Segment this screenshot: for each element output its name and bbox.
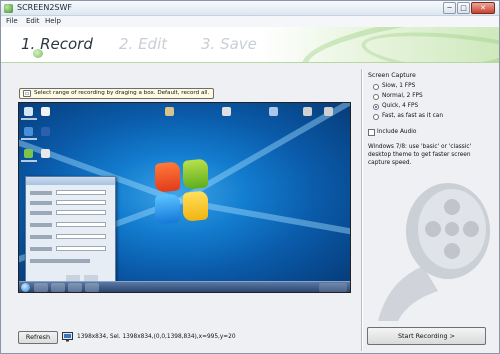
desktop-icon — [324, 107, 333, 116]
menu-help[interactable]: Help — [45, 17, 61, 25]
film-reel-icon — [378, 183, 490, 321]
app-icon — [4, 4, 13, 13]
taskbar-button — [51, 283, 65, 292]
app-window: SCREEN2SWF ─ □ ✕ File Edit Help 1. Recor… — [0, 0, 500, 354]
desktop-icon — [41, 107, 50, 116]
captured-field — [56, 200, 106, 205]
desktop-icon — [41, 149, 50, 158]
captured-row — [30, 223, 52, 227]
captured-row — [30, 201, 52, 205]
taskbar-button — [34, 283, 48, 292]
hint-icon: ▭ — [23, 90, 31, 97]
desktop-icon-label — [21, 118, 37, 120]
desktop-icon — [24, 149, 33, 158]
menu-file[interactable]: File — [6, 17, 18, 25]
desktop-icon — [165, 107, 174, 116]
taskbar-button — [85, 283, 99, 292]
include-audio-label: Include Audio — [377, 129, 417, 135]
menu-edit[interactable]: Edit — [26, 17, 40, 25]
menu-bar: File Edit Help — [1, 16, 499, 27]
radio-fast-label: Fast, as fast as it can — [382, 113, 444, 119]
panel-divider — [361, 69, 363, 351]
captured-field — [56, 246, 106, 251]
desktop-icon-label — [21, 160, 37, 162]
captured-row — [30, 259, 90, 263]
radio-quick[interactable] — [373, 104, 379, 110]
captured-field — [56, 190, 106, 195]
desktop-icon — [41, 127, 50, 136]
window-title: SCREEN2SWF — [17, 3, 72, 12]
screen-preview[interactable] — [18, 102, 351, 293]
selection-status: 1398x834, Sel. 1398x834,(0,0,1398,834),x… — [77, 334, 236, 340]
radio-normal[interactable] — [373, 94, 379, 100]
captured-app-window — [25, 176, 116, 287]
screen-capture-title: Screen Capture — [368, 72, 416, 79]
hint-text: Select range of recording by draging a b… — [34, 90, 210, 96]
refresh-button[interactable]: Refresh — [18, 331, 58, 344]
captured-row — [30, 211, 52, 215]
wizard-header: 1. Record 2. Edit 3. Save — [1, 27, 499, 63]
desktop-icon — [24, 127, 33, 136]
captured-row — [30, 235, 52, 239]
windows-logo-icon — [155, 158, 209, 226]
include-audio-checkbox[interactable] — [368, 129, 375, 136]
title-bar[interactable]: SCREEN2SWF ─ □ ✕ — [1, 1, 499, 16]
minimize-button[interactable]: ─ — [443, 2, 456, 14]
step-save: 3. Save — [201, 35, 257, 53]
close-button[interactable]: ✕ — [471, 2, 495, 14]
desktop-icon — [269, 107, 278, 116]
captured-field — [56, 210, 106, 215]
theme-note: Windows 7/8: use 'basic' or 'classic' de… — [368, 144, 472, 166]
selection-hint: ▭ Select range of recording by draging a… — [19, 88, 215, 99]
captured-taskbar — [19, 281, 350, 292]
step-record: 1. Record — [21, 35, 93, 53]
radio-fast[interactable] — [373, 114, 379, 120]
step-edit: 2. Edit — [119, 35, 168, 53]
start-orb-icon — [21, 283, 30, 292]
taskbar-tray — [319, 283, 347, 292]
taskbar-button — [68, 283, 82, 292]
captured-row — [30, 191, 52, 195]
desktop-icon — [24, 107, 33, 116]
captured-window-title — [26, 177, 115, 185]
start-recording-button[interactable]: Start Recording > — [367, 327, 486, 345]
radio-slow-label: Slow, 1 FPS — [382, 83, 416, 89]
captured-row — [30, 247, 52, 251]
monitor-icon[interactable] — [62, 332, 73, 342]
radio-slow[interactable] — [373, 84, 379, 90]
active-step-icon — [33, 49, 43, 58]
desktop-icon — [303, 107, 312, 116]
desktop-icon — [222, 107, 231, 116]
captured-field — [56, 234, 106, 239]
captured-field — [56, 222, 106, 227]
radio-normal-label: Normal, 2 FPS — [382, 93, 423, 99]
desktop-icon-label — [21, 138, 37, 140]
radio-quick-label: Quick, 4 FPS — [382, 103, 419, 109]
maximize-button[interactable]: □ — [457, 2, 470, 14]
